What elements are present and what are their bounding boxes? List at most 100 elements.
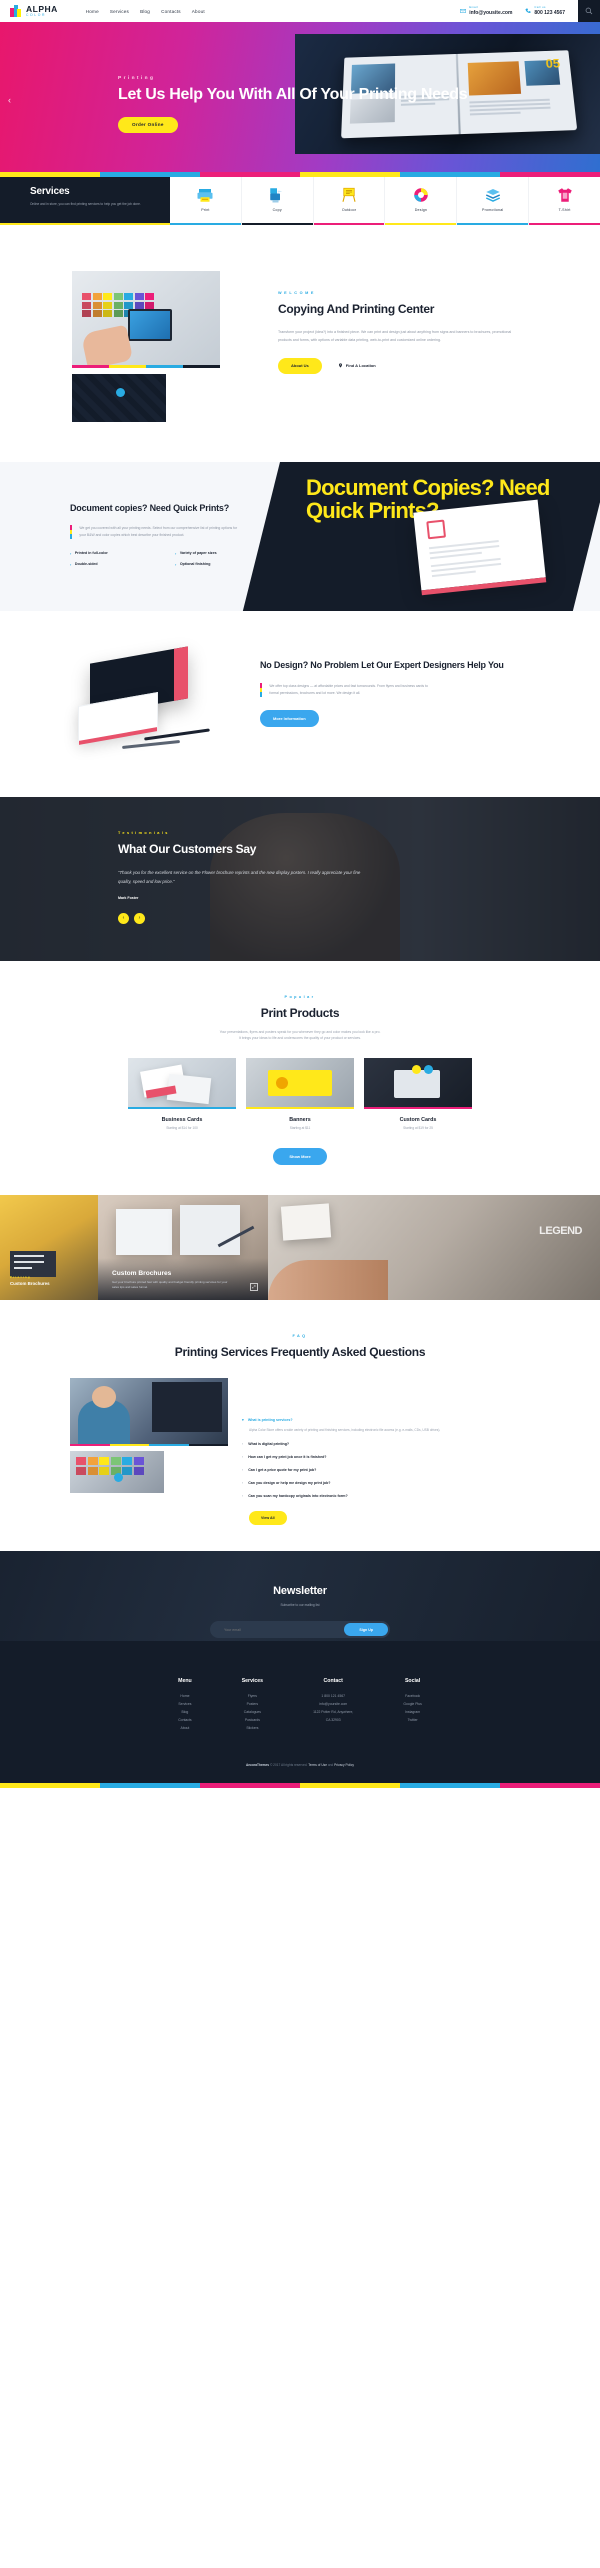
- terms-of-use-link[interactable]: Terms of Use: [308, 1763, 327, 1767]
- copyright-brand: AncoraThemes: [246, 1762, 270, 1767]
- faq-question[interactable]: › Can you scan my hardcopy originals into…: [242, 1494, 528, 1498]
- color-wheel-icon: [411, 185, 431, 205]
- faq-question[interactable]: › Can you design or help me design my pri…: [242, 1481, 528, 1485]
- faq-images: [70, 1378, 228, 1525]
- header-contacts: Email info@yousite.com Call us 800 123 4…: [460, 0, 600, 22]
- footer-link[interactable]: Blog: [178, 1709, 192, 1717]
- service-item-tshirt[interactable]: T-Shirt: [528, 177, 600, 225]
- footer-columns: Menu Home Services Blog Contacts About S…: [0, 1678, 600, 1732]
- newsletter-block: Newsletter Subscribe to our mailing list…: [0, 1585, 600, 1639]
- faq-question[interactable]: › Can I get a price quote for my print jo…: [242, 1468, 528, 1472]
- copier-icon: [267, 185, 287, 205]
- document-feature: › Variety of paper sizes: [175, 551, 270, 556]
- newsletter-email-input[interactable]: [212, 1627, 345, 1632]
- footer-copyright: AncoraThemes © 2017 All rights reserved.…: [0, 1763, 600, 1783]
- site-header: ALPHA COLOR Home Services Blog Contacts …: [0, 0, 600, 22]
- newsletter-signup-button[interactable]: Sign Up: [344, 1623, 388, 1637]
- footer-link[interactable]: Postcards: [242, 1717, 263, 1725]
- product-card-custom-cards[interactable]: Custom Cards Starting at $19 for 25: [364, 1057, 472, 1130]
- service-item-copy[interactable]: Copy: [240, 177, 313, 225]
- view-all-button[interactable]: View All: [249, 1511, 287, 1526]
- footer-link[interactable]: Home: [178, 1693, 192, 1701]
- footer-column-title: Menu: [178, 1678, 192, 1685]
- footer-link-google-plus[interactable]: Google Plus: [403, 1701, 421, 1709]
- order-online-button[interactable]: Order Online: [118, 116, 178, 133]
- product-card-business-cards[interactable]: Business Cards Starting at $14 for 100: [128, 1057, 236, 1130]
- testimonial-prev-button[interactable]: ‹: [118, 912, 129, 924]
- products-eyebrow: Popular: [284, 994, 316, 999]
- testimonial-quote: “Thank you for the excellent service on …: [118, 870, 361, 885]
- services-bar: Services Online and in store, you can fi…: [0, 177, 600, 225]
- gallery-tile-3[interactable]: LEGEND: [268, 1194, 600, 1300]
- design-illustration: [70, 646, 250, 757]
- nav-item-blog[interactable]: Blog: [140, 9, 150, 14]
- email-value: info@yousite.com: [469, 9, 513, 16]
- footer-color-strip: [0, 1782, 600, 1788]
- nav-item-home[interactable]: Home: [86, 9, 99, 14]
- footer-link[interactable]: Catalogues: [242, 1709, 263, 1717]
- footer-link[interactable]: Posters: [242, 1701, 263, 1709]
- about-us-button[interactable]: About Us: [278, 357, 322, 374]
- expand-icon[interactable]: ⤢: [250, 1282, 258, 1291]
- services-intro: Services Online and in store, you can fi…: [0, 177, 170, 225]
- product-card-banners[interactable]: Banners Starting at $11: [246, 1057, 354, 1130]
- feature-label: Printed in full-color: [74, 551, 108, 556]
- footer-link[interactable]: Contacts: [178, 1717, 192, 1725]
- footer-link[interactable]: Services: [178, 1701, 192, 1709]
- product-image: [364, 1057, 472, 1109]
- service-item-promotional[interactable]: Promotional: [456, 177, 528, 225]
- chevron-right-icon: ›: [242, 1481, 244, 1486]
- gallery-tile-2[interactable]: Custom Brochures Get your brochure print…: [98, 1194, 268, 1300]
- testimonials-title: What Our Customers Say: [118, 841, 257, 856]
- footer-link-facebook[interactable]: Facebook: [403, 1693, 421, 1701]
- copyright-text: © 2017 All rights reserved.: [269, 1762, 308, 1767]
- testimonial-next-button[interactable]: ›: [134, 912, 145, 924]
- footer-link[interactable]: About: [178, 1725, 192, 1733]
- faq-question-label: What is digital printing?: [248, 1442, 290, 1447]
- faq-question-open[interactable]: ▾ What is printing services?: [242, 1418, 528, 1422]
- cmyk-accent-bar: [70, 525, 73, 539]
- more-information-button[interactable]: More Information: [260, 709, 319, 727]
- document-feature: › Double-sided: [70, 562, 165, 567]
- hero-prev-button[interactable]: ‹: [8, 95, 11, 105]
- products-title: Print Products: [260, 1005, 340, 1020]
- header-phone[interactable]: Call us 800 123 4567: [525, 6, 565, 16]
- service-label: Print: [201, 208, 210, 212]
- search-button[interactable]: [578, 0, 600, 22]
- faq-title: Printing Services Frequently Asked Quest…: [174, 1344, 426, 1359]
- map-pin-icon: [338, 363, 342, 368]
- envelope-icon: [460, 9, 466, 13]
- site-footer: Newsletter Subscribe to our mailing list…: [0, 1551, 600, 1788]
- footer-link-twitter[interactable]: Twitter: [403, 1717, 421, 1725]
- gallery-tile-1-title: Custom Brochures: [10, 1280, 50, 1286]
- gallery-tile-1[interactable]: Printing Custom Brochures: [0, 1194, 98, 1300]
- design-title: No Design? No Problem Let Our Expert Des…: [260, 659, 504, 670]
- footer-link[interactable]: Stickers: [242, 1725, 263, 1733]
- chevron-right-icon: ›: [242, 1468, 244, 1473]
- feature-label: Double-sided: [74, 562, 98, 567]
- header-email[interactable]: Email info@yousite.com: [460, 6, 513, 16]
- footer-contact-email: info@yoursite.com: [319, 1702, 348, 1707]
- privacy-policy-link[interactable]: Privacy Policy: [334, 1763, 354, 1767]
- faq-question[interactable]: › How can I get my print job once it is f…: [242, 1455, 528, 1459]
- service-item-outdoor[interactable]: Outdoor: [312, 177, 385, 225]
- faq-question[interactable]: › What is digital printing?: [242, 1442, 528, 1446]
- service-item-design[interactable]: Design: [384, 177, 457, 225]
- welcome-eyebrow: Welcome: [278, 291, 317, 295]
- logo[interactable]: ALPHA COLOR: [10, 4, 58, 18]
- faq-section: FAQ Printing Services Frequently Asked Q…: [0, 1300, 600, 1552]
- nav-item-services[interactable]: Services: [110, 9, 129, 14]
- gallery-tile-2-subtitle: Get your brochure printed fast with qual…: [112, 1279, 228, 1289]
- phone-icon: [525, 8, 531, 14]
- service-label: Copy: [272, 208, 282, 212]
- find-location-link[interactable]: Find A Location: [338, 363, 376, 368]
- show-more-button[interactable]: Show More: [273, 1147, 327, 1165]
- nav-item-about[interactable]: About: [192, 9, 205, 14]
- nav-item-contacts[interactable]: Contacts: [161, 9, 181, 14]
- service-label: T-Shirt: [558, 208, 571, 212]
- footer-contact-address-2: CA 32903: [325, 1717, 341, 1722]
- service-item-print[interactable]: Print: [170, 177, 241, 225]
- cmyk-accent-bar: [260, 683, 263, 697]
- footer-link[interactable]: Flyers: [242, 1693, 263, 1701]
- footer-link-instagram[interactable]: Instagram: [403, 1709, 421, 1717]
